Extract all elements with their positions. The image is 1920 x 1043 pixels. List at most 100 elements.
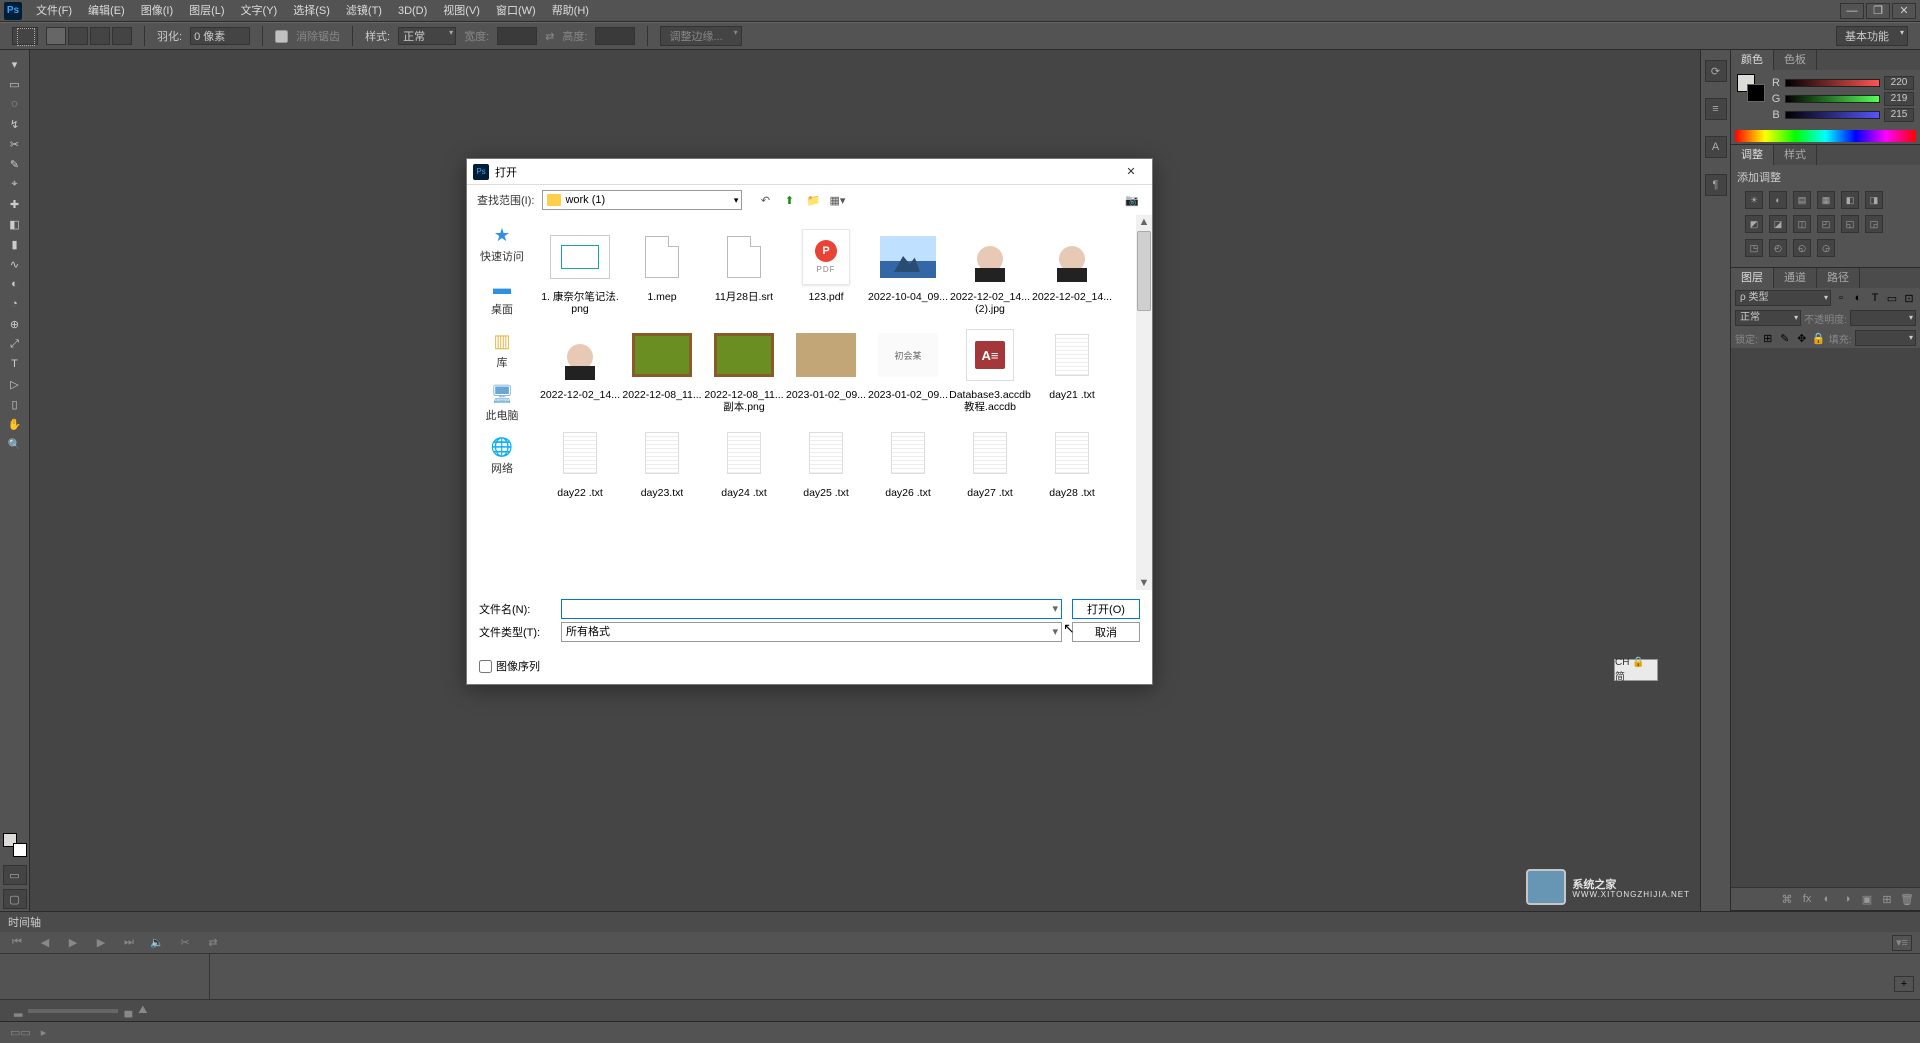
file-item[interactable]: day26 .txt — [867, 421, 949, 499]
tool-6[interactable]: ⌖ — [3, 174, 27, 194]
tool-13[interactable]: ⊕ — [3, 314, 27, 334]
link-layers-icon[interactable]: ⌘ — [1780, 892, 1794, 906]
b-value[interactable]: 215 — [1884, 108, 1914, 122]
timeline-tab[interactable]: 时间轴 — [0, 912, 1920, 932]
adjustment-icon-15[interactable]: ◶ — [1817, 239, 1835, 257]
tl-play-icon[interactable]: ▶ — [64, 935, 82, 951]
adjustment-icon-1[interactable]: ◐ — [1769, 191, 1787, 209]
tl-audio-icon[interactable]: 🔈 — [148, 935, 166, 951]
paragraph-panel-icon[interactable]: ¶ — [1705, 174, 1727, 196]
place-此电脑[interactable]: 🖥此电脑 — [471, 378, 533, 427]
new-group-icon[interactable]: ▣ — [1860, 892, 1874, 906]
place-库[interactable]: ▥库 — [471, 325, 533, 374]
blend-mode-dropdown[interactable]: 正常 — [1735, 310, 1801, 326]
tool-4[interactable]: ✂ — [3, 134, 27, 154]
file-item[interactable]: 2022-12-02_14... (2).jpg — [949, 225, 1031, 315]
filter-pixel-icon[interactable]: ▫ — [1834, 291, 1848, 305]
tool-11[interactable]: ◐ — [3, 274, 27, 294]
menu-t[interactable]: 滤镜(T) — [338, 0, 390, 22]
file-item[interactable]: 2022-10-04_09... — [867, 225, 949, 315]
zoom-slider[interactable] — [28, 1009, 118, 1013]
filter-smart-icon[interactable]: ⊡ — [1902, 291, 1916, 305]
tool-5[interactable]: ✎ — [3, 154, 27, 174]
file-item[interactable]: day27 .txt — [949, 421, 1031, 499]
lock-all-icon[interactable]: 🔒 — [1812, 331, 1826, 345]
adjustment-icon-2[interactable]: ▤ — [1793, 191, 1811, 209]
maximize-button[interactable]: ❐ — [1866, 3, 1890, 19]
lock-position-icon[interactable]: ✥ — [1795, 331, 1809, 345]
file-item[interactable]: 2022-12-08_11... — [621, 323, 703, 413]
selection-intersect-button[interactable] — [112, 27, 132, 45]
character-panel-icon[interactable]: A — [1705, 136, 1727, 158]
tool-12[interactable]: ◔ — [3, 294, 27, 314]
file-item[interactable]: 2023-01-02_09... — [785, 323, 867, 413]
tool-15[interactable]: T — [3, 354, 27, 374]
selection-add-button[interactable] — [68, 27, 88, 45]
tl-transition-icon[interactable]: ⇄ — [204, 935, 222, 951]
adjustment-icon-3[interactable]: ▦ — [1817, 191, 1835, 209]
tool-16[interactable]: ▷ — [3, 374, 27, 394]
file-item[interactable]: PPDF123.pdf — [785, 225, 867, 315]
menu-y[interactable]: 文字(Y) — [233, 0, 286, 22]
refine-edge-button[interactable]: 调整边缘... — [660, 26, 741, 46]
filter-text-icon[interactable]: T — [1868, 291, 1882, 305]
adjustment-icon-4[interactable]: ◧ — [1841, 191, 1859, 209]
g-slider[interactable] — [1785, 95, 1880, 103]
layer-kind-dropdown[interactable]: ρ 类型 — [1735, 290, 1831, 306]
adjustment-icon-7[interactable]: ◪ — [1769, 215, 1787, 233]
filter-adjust-icon[interactable]: ◐ — [1851, 291, 1865, 305]
workspace-dropdown[interactable]: 基本功能 — [1836, 26, 1908, 46]
tool-14[interactable]: ⤢ — [3, 334, 27, 354]
r-value[interactable]: 220 — [1884, 76, 1914, 90]
tl-prev-icon[interactable]: ◀ — [36, 935, 54, 951]
timeline-ruler[interactable]: + — [210, 954, 1920, 999]
adjustment-icon-9[interactable]: ◰ — [1817, 215, 1835, 233]
tool-0[interactable]: ▾ — [3, 54, 27, 74]
menu-w[interactable]: 窗口(W) — [488, 0, 544, 22]
file-item[interactable]: 初会某2023-01-02_09... — [867, 323, 949, 413]
file-item[interactable]: 11月28日.srt — [703, 225, 785, 315]
new-layer-icon[interactable]: ⊞ — [1880, 892, 1894, 906]
file-item[interactable]: 2022-12-02_14... — [1031, 225, 1113, 315]
nav-up-icon[interactable]: ⬆ — [780, 191, 798, 209]
lookin-dropdown[interactable]: work (1) — [542, 190, 742, 210]
r-slider[interactable] — [1785, 79, 1880, 87]
tool-7[interactable]: ✚ — [3, 194, 27, 214]
adjustment-icon-13[interactable]: ◴ — [1769, 239, 1787, 257]
tool-18[interactable]: ✋ — [3, 414, 27, 434]
bridge-icon[interactable]: 📷 — [1122, 191, 1142, 209]
tab-color[interactable]: 颜色 — [1731, 50, 1774, 70]
scroll-down-icon[interactable]: ▼ — [1137, 576, 1151, 590]
tab-adjustments[interactable]: 调整 — [1731, 145, 1774, 165]
menu-dd[interactable]: 3D(D) — [390, 0, 435, 22]
selection-subtract-button[interactable] — [90, 27, 110, 45]
quick-mask-button[interactable]: ▭ — [3, 865, 27, 885]
selection-new-button[interactable] — [46, 27, 66, 45]
menu-f[interactable]: 文件(F) — [28, 0, 80, 22]
file-item[interactable]: day22 .txt — [539, 421, 621, 499]
tab-channels[interactable]: 通道 — [1774, 268, 1817, 288]
tool-1[interactable]: ▭ — [3, 74, 27, 94]
file-item[interactable]: day25 .txt — [785, 421, 867, 499]
tl-first-icon[interactable]: ⏮ — [8, 935, 26, 951]
adjustment-icon-0[interactable]: ☀ — [1745, 191, 1763, 209]
file-grid[interactable]: 1. 康奈尔笔记法.png1.mep11月28日.srtPPDF123.pdf2… — [537, 215, 1136, 590]
tool-19[interactable]: 🔍 — [3, 434, 27, 454]
background-swatch[interactable] — [13, 843, 27, 857]
filetype-dropdown[interactable]: 所有格式 — [561, 622, 1062, 642]
adjustment-icon-14[interactable]: ◵ — [1793, 239, 1811, 257]
feather-input[interactable]: 0 像素 — [190, 27, 250, 45]
file-item[interactable]: 1. 康奈尔笔记法.png — [539, 225, 621, 315]
filename-input[interactable] — [561, 599, 1062, 619]
scroll-thumb[interactable] — [1137, 231, 1151, 311]
image-sequence-checkbox[interactable] — [479, 660, 492, 673]
lock-transparent-icon[interactable]: ⊞ — [1761, 331, 1775, 345]
tool-2[interactable]: ◌ — [3, 94, 27, 114]
layer-mask-icon[interactable]: ◐ — [1820, 892, 1834, 906]
file-item[interactable]: A≡Database3.accdb 教程.accdb — [949, 323, 1031, 413]
fill-input[interactable] — [1855, 330, 1916, 346]
file-item[interactable]: day28 .txt — [1031, 421, 1113, 499]
menu-v[interactable]: 视图(V) — [435, 0, 488, 22]
adjustment-icon-12[interactable]: ◳ — [1745, 239, 1763, 257]
place-网络[interactable]: 🌐网络 — [471, 431, 533, 480]
